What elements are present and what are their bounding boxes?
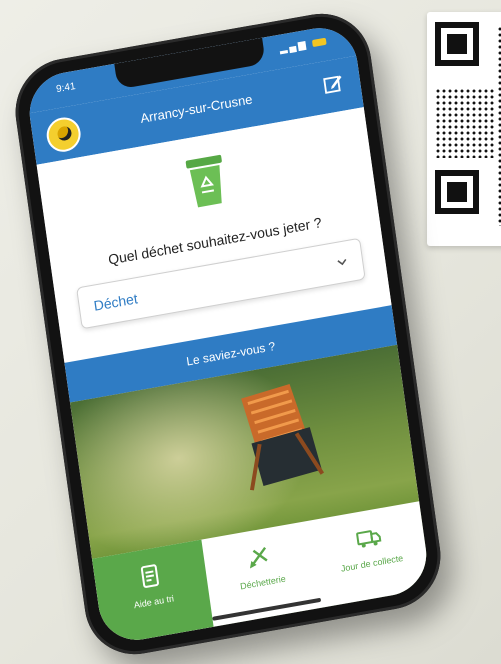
status-time: 9:41 <box>55 80 77 96</box>
status-icons: ▂▄▆ <box>279 36 327 55</box>
tab-label-sorting-guide: Aide au tri <box>133 593 175 611</box>
deck-chair-image <box>241 384 325 491</box>
edit-icon[interactable] <box>321 71 346 97</box>
recycling-center-icon <box>249 546 268 569</box>
chevron-down-icon <box>337 258 347 266</box>
phone-frame: 9:41 ▂▄▆ Arrancy-sur-Crusne Quel déchet … <box>8 5 448 663</box>
recycle-bin-icon <box>185 154 222 208</box>
battery-icon <box>311 37 327 47</box>
tab-label-collection-day: Jour de collecte <box>340 552 404 574</box>
tab-sorting-guide[interactable]: Aide au tri <box>91 539 214 647</box>
app-screen: 9:41 ▂▄▆ Arrancy-sur-Crusne Quel déchet … <box>24 21 432 647</box>
phone-mockup: 9:41 ▂▄▆ Arrancy-sur-Crusne Quel déchet … <box>8 5 501 663</box>
waste-select-value: Déchet <box>92 290 139 314</box>
banner-text: Le saviez-vous ? <box>185 339 277 369</box>
tab-collection-day[interactable]: Jour de collecte <box>310 501 431 607</box>
collection-truck-icon <box>355 530 382 548</box>
sorting-guide-icon <box>141 564 160 588</box>
tab-label-recycling-center: Déchetterie <box>239 573 287 592</box>
signal-icon: ▂▄▆ <box>278 38 309 55</box>
